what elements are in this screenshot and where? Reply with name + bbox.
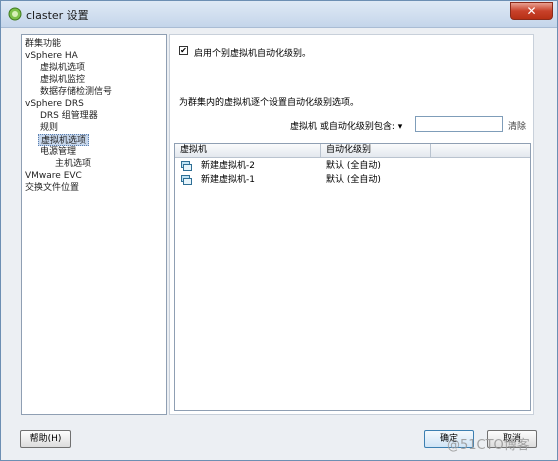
tree-item-swapfile-location[interactable]: 交换文件位置	[25, 182, 79, 194]
tree-item-drs-vm-options[interactable]: 虚拟机选项	[38, 134, 90, 146]
tree-item-drs-groups[interactable]: DRS 组管理器	[40, 110, 98, 122]
column-header-automation-level[interactable]: 自动化级别	[321, 144, 431, 158]
vm-automation-level: 默认 (全自动)	[326, 175, 381, 185]
settings-tree: 群集功能 vSphere HA 虚拟机选项 虚拟机监控 数据存储检测信号 vSp…	[21, 34, 167, 415]
filter-input[interactable]	[415, 116, 503, 132]
tree-item-rules[interactable]: 规则	[40, 122, 58, 134]
filter-dropdown[interactable]: 虚拟机 或自动化级别包含: ▾	[290, 119, 402, 132]
tree-item-host-options[interactable]: 主机选项	[55, 158, 91, 170]
table-row[interactable]: 新建虚拟机-1 默认 (全自动)	[175, 173, 530, 187]
tree-item-vm-monitoring[interactable]: 虚拟机监控	[40, 74, 85, 86]
column-header-vm[interactable]: 虚拟机	[175, 144, 321, 158]
vm-icon	[181, 175, 192, 185]
window-title: claster 设置	[26, 9, 89, 22]
tree-item-vmware-evc[interactable]: VMware EVC	[25, 170, 82, 182]
instruction-text: 为群集内的虚拟机逐个设置自动化级别选项。	[179, 98, 360, 108]
tree-item-vsphere-drs[interactable]: vSphere DRS	[25, 98, 84, 110]
tree-item-cluster-features[interactable]: 群集功能	[25, 38, 61, 50]
tree-item-datastore-heartbeat[interactable]: 数据存储检测信号	[40, 86, 112, 98]
enable-vm-automation-label[interactable]: 启用个别虚拟机自动化级别。	[194, 46, 311, 59]
vm-name: 新建虚拟机-2	[201, 161, 255, 171]
vm-name: 新建虚拟机-1	[201, 175, 255, 185]
table-row[interactable]: 新建虚拟机-2 默认 (全自动)	[175, 159, 530, 173]
enable-vm-automation-checkbox[interactable]: ✔	[179, 46, 188, 55]
vm-icon	[181, 161, 192, 171]
tree-item-ha-vm-options[interactable]: 虚拟机选项	[40, 62, 85, 74]
vm-automation-level: 默认 (全自动)	[326, 161, 381, 171]
checkmark-icon: ✔	[180, 46, 187, 55]
vm-table: 虚拟机 自动化级别 新建虚拟机-2 默认 (全自动) 新建虚拟机-1 默认 (全…	[174, 143, 531, 411]
clear-link[interactable]: 清除	[508, 119, 526, 132]
tree-item-vsphere-ha[interactable]: vSphere HA	[25, 50, 78, 62]
column-header-filler	[431, 144, 530, 158]
settings-dialog: claster 设置 ✕ 群集功能 vSphere HA 虚拟机选项 虚拟机监控…	[0, 0, 558, 461]
tree-item-power-management[interactable]: 电源管理	[40, 146, 76, 158]
watermark: @51CTO博客	[447, 438, 530, 453]
cluster-icon	[8, 7, 22, 21]
title-bar: claster 设置 ✕	[1, 1, 557, 28]
close-button[interactable]: ✕	[510, 2, 553, 20]
help-button[interactable]: 帮助(H)	[20, 430, 71, 448]
